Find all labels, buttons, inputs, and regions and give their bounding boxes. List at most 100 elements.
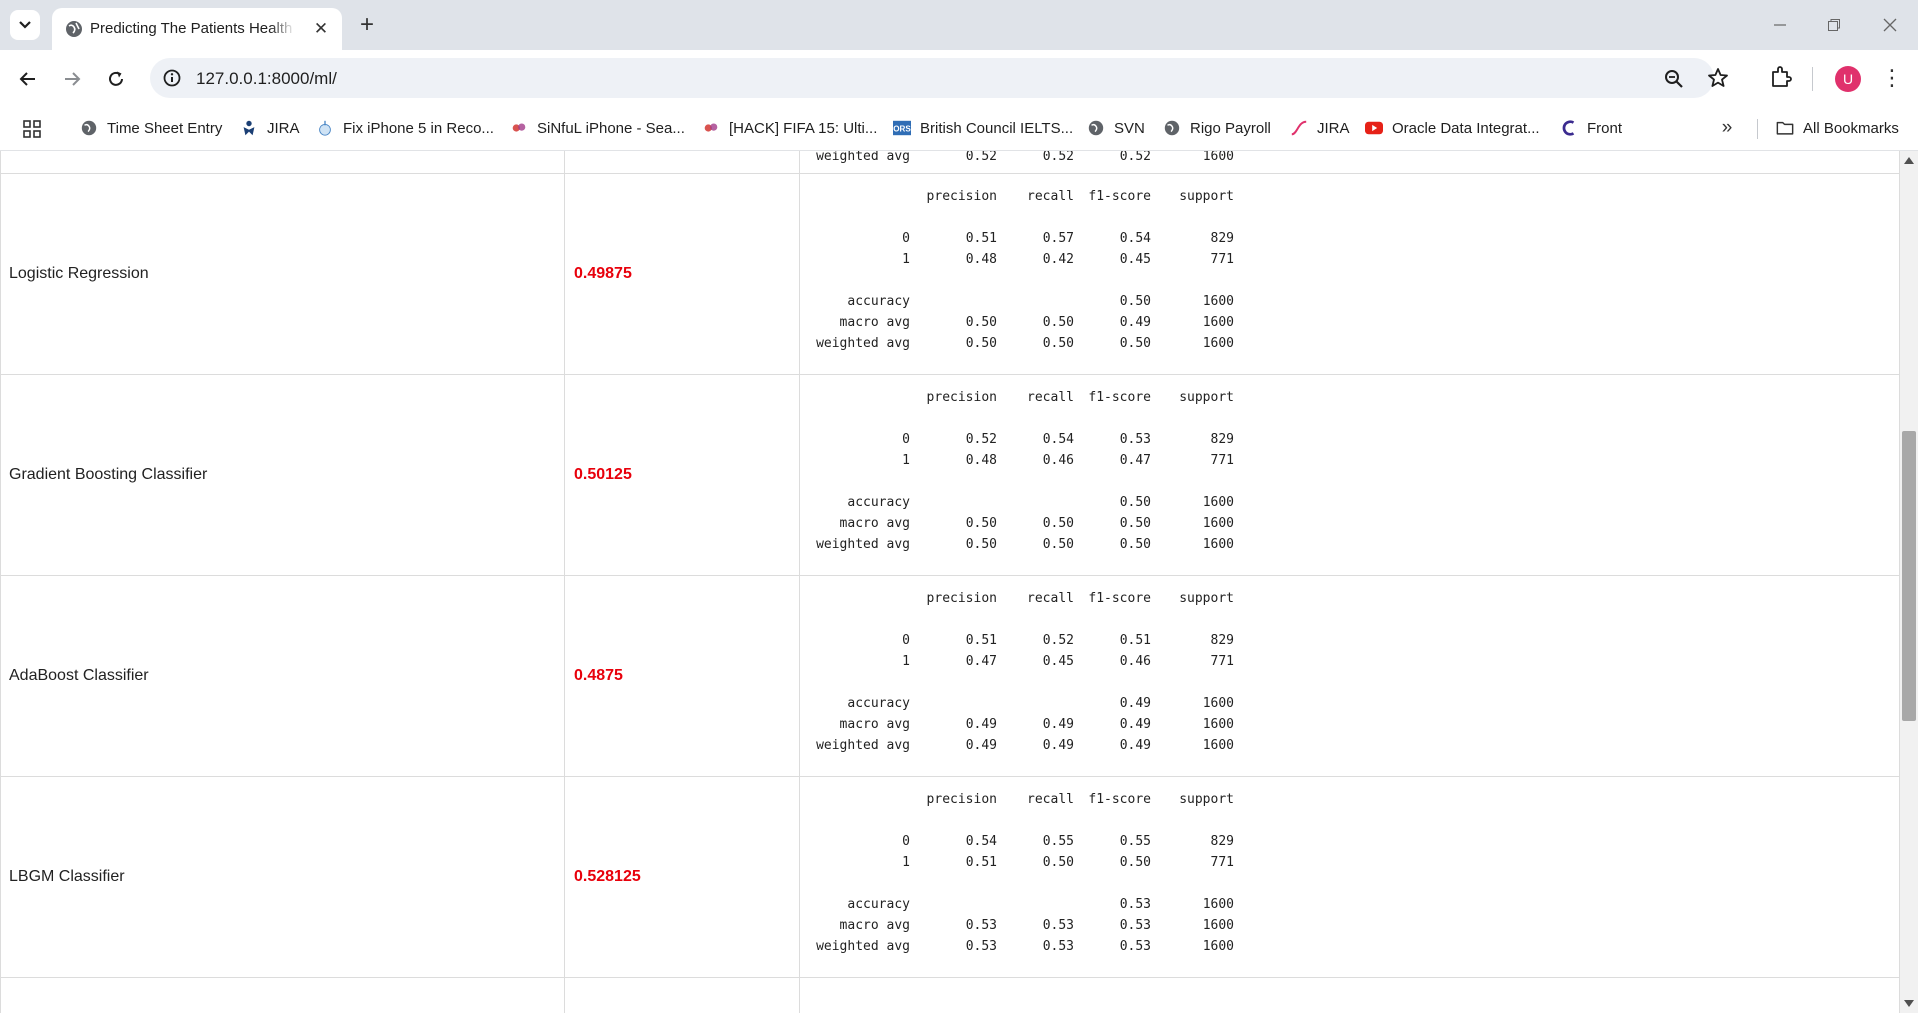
report-row-class-0: 0 0.51 0.57 0.54 829: [902, 231, 1234, 246]
arrow-right-icon: [65, 72, 81, 86]
accuracy-cell: 0.49875: [564, 173, 800, 375]
accuracy-cell: [564, 977, 800, 1013]
more-bookmarks-icon[interactable]: »: [1715, 116, 1739, 140]
accuracy-cell: 0.50125: [564, 374, 800, 576]
report-row-macro-avg: macro avg 0.53 0.53 0.53 1600: [839, 918, 1234, 933]
sinful-icon: [702, 119, 720, 137]
vertical-scrollbar[interactable]: [1900, 151, 1918, 1013]
bookmark-item[interactable]: JIRA: [240, 115, 300, 141]
table-row: [0, 977, 1900, 1013]
report-row-class-0: 0 0.52 0.54 0.53 829: [902, 432, 1234, 447]
back-button[interactable]: [12, 63, 44, 95]
bookmark-item[interactable]: JIRA: [1290, 115, 1350, 141]
toolbar-divider: [1812, 67, 1813, 91]
close-tab-icon[interactable]: ✕: [310, 18, 332, 40]
model-name-cell: [0, 977, 565, 1013]
svg-text:ORS: ORS: [893, 125, 911, 134]
report-row-accuracy: accuracy 0.49 1600: [847, 696, 1234, 711]
folder-icon: [1776, 119, 1794, 137]
bookmark-item[interactable]: Front: [1560, 115, 1622, 141]
profile-avatar[interactable]: U: [1835, 66, 1861, 92]
jira-swoosh-icon: [1290, 119, 1308, 137]
all-bookmarks-button[interactable]: All Bookmarks: [1776, 115, 1899, 141]
report-header-row: precision recall f1-score support: [926, 591, 1234, 606]
more-menu-icon[interactable]: ⋮: [1880, 64, 1904, 92]
report-row-accuracy: accuracy 0.53 1600: [847, 897, 1234, 912]
table-row: AdaBoost Classifier 0.4875 precision reca…: [0, 575, 1900, 777]
close-icon: [1883, 18, 1897, 32]
apps-grid-icon[interactable]: [22, 119, 42, 139]
bookmark-star-icon[interactable]: [1706, 66, 1730, 90]
report-row-class-1: 1 0.51 0.50 0.50 771: [902, 855, 1234, 870]
bookmark-item[interactable]: [HACK] FIFA 15: Ulti...: [702, 115, 877, 141]
close-window-button[interactable]: [1870, 10, 1910, 40]
classification-report-cell: precision recall f1-score support 0 0.52 0.54…: [799, 374, 1900, 576]
jira-icon: [240, 119, 258, 137]
classification-report-cell: precision recall f1-score support 0 0.54 0.55…: [799, 776, 1900, 978]
reload-icon: [109, 71, 123, 86]
model-name-cell: LBGM Classifier: [0, 776, 565, 978]
report-row-class-0: 0 0.51 0.52 0.51 829: [902, 633, 1234, 648]
reload-button[interactable]: [100, 63, 132, 95]
report-row-macro-avg: macro avg 0.49 0.49 0.49 1600: [839, 717, 1234, 732]
restore-icon: [1828, 19, 1840, 31]
new-tab-button[interactable]: +: [352, 10, 382, 40]
forward-button[interactable]: [56, 63, 88, 95]
sinful-icon: [510, 119, 528, 137]
active-tab[interactable]: Predicting The Patients Health A ✕: [52, 8, 342, 50]
table-row: Gradient Boosting Classifier 0.50125 pre…: [0, 374, 1900, 576]
bookmark-item[interactable]: ORS British Council IELTS...: [893, 115, 1073, 141]
report-row-accuracy: accuracy 0.50 1600: [847, 495, 1234, 510]
model-name-cell: AdaBoost Classifier: [0, 575, 565, 777]
address-bar[interactable]: 127.0.0.1:8000/ml/: [150, 58, 1728, 98]
site-info-icon[interactable]: [162, 68, 182, 88]
model-results-table: weighted avg 0.52 0.52 0.52 1600 Logistic Re…: [0, 151, 1900, 1013]
report-header-row: precision recall f1-score support: [926, 390, 1234, 405]
report-row-class-0: 0 0.54 0.55 0.55 829: [902, 834, 1234, 849]
model-name-cell: Logistic Regression: [0, 173, 565, 375]
report-row-macro-avg: macro avg 0.50 0.50 0.50 1600: [839, 516, 1234, 531]
arrow-left-icon: [19, 72, 35, 86]
model-name-cell: Gradient Boosting Classifier: [0, 374, 565, 576]
zoom-icon[interactable]: [1662, 67, 1686, 91]
table-row: Logistic Regression 0.49875 precision rec…: [0, 173, 1900, 375]
report-row-macro-avg: macro avg 0.50 0.50 0.49 1600: [839, 315, 1234, 330]
table-row: weighted avg 0.52 0.52 0.52 1600: [0, 151, 1900, 174]
front-icon: [1560, 119, 1578, 137]
classification-report-cell: precision recall f1-score support 0 0.51 0.52…: [799, 575, 1900, 777]
report-row-weighted-avg: weighted avg 0.50 0.50 0.50 1600: [816, 336, 1234, 351]
bookmark-item[interactable]: SVN: [1087, 115, 1145, 141]
minimize-button[interactable]: [1760, 10, 1800, 40]
youtube-icon: [1365, 119, 1383, 137]
report-row-class-1: 1 0.48 0.42 0.45 771: [902, 252, 1234, 267]
scroll-up-arrow-icon[interactable]: [1904, 157, 1914, 164]
globe-icon: [1087, 119, 1105, 137]
tab-title: Predicting The Patients Health A: [90, 20, 295, 37]
browser-toolbar: 127.0.0.1:8000/ml/ U ⋮: [0, 50, 1918, 107]
accuracy-cell: 0.528125: [564, 776, 800, 978]
table-row: LBGM Classifier 0.528125 precision recall…: [0, 776, 1900, 978]
report-row-class-1: 1 0.48 0.46 0.47 771: [902, 453, 1234, 468]
globe-icon: [80, 119, 98, 137]
restore-button[interactable]: [1814, 10, 1854, 40]
report-row-accuracy: accuracy 0.50 1600: [847, 294, 1234, 309]
scroll-down-arrow-icon[interactable]: [1904, 1000, 1914, 1007]
tab-strip: Predicting The Patients Health A ✕ +: [0, 0, 1918, 50]
scrollbar-thumb[interactable]: [1902, 431, 1916, 721]
report-row-weighted-avg: weighted avg 0.49 0.49 0.49 1600: [816, 738, 1234, 753]
model-name-cell: [0, 151, 565, 174]
bookmark-item[interactable]: Fix iPhone 5 in Reco...: [316, 115, 494, 141]
accuracy-cell: [564, 151, 800, 174]
report-row-weighted: weighted avg 0.52 0.52 0.52 1600: [816, 151, 1234, 164]
bookmark-item[interactable]: Rigo Payroll: [1163, 115, 1271, 141]
globe-icon: [1163, 119, 1181, 137]
extensions-icon[interactable]: [1768, 64, 1794, 90]
report-row-class-1: 1 0.47 0.45 0.46 771: [902, 654, 1234, 669]
report-header-row: precision recall f1-score support: [926, 189, 1234, 204]
bookmark-item[interactable]: Oracle Data Integrat...: [1365, 115, 1540, 141]
tab-search-button[interactable]: [10, 10, 40, 40]
bookmark-item[interactable]: SiNfuL iPhone - Sea...: [510, 115, 685, 141]
classification-report-cell: [799, 977, 1900, 1013]
bookmark-item[interactable]: Time Sheet Entry: [80, 115, 222, 141]
url-text[interactable]: 127.0.0.1:8000/ml/: [196, 69, 337, 89]
